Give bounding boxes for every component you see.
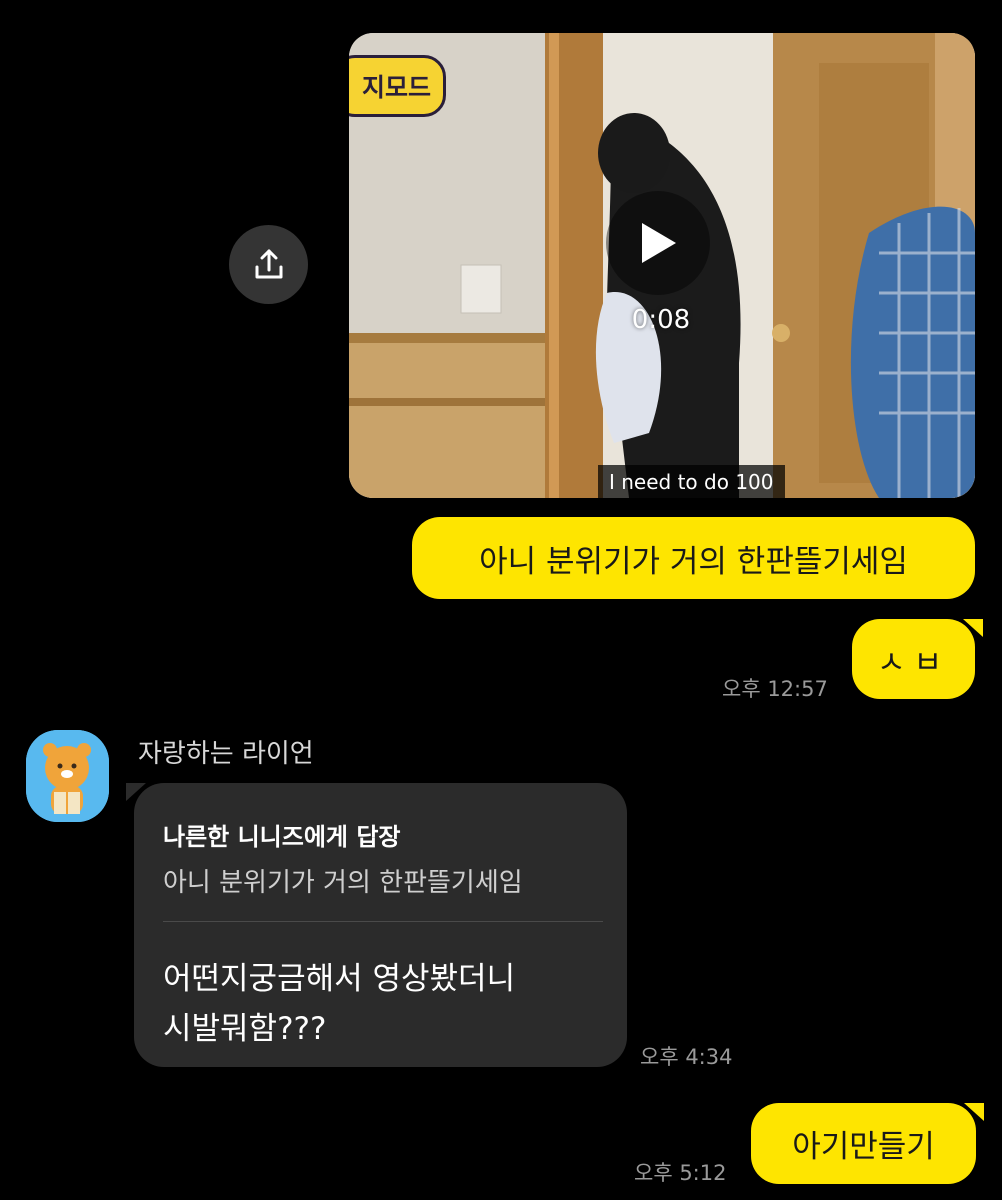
- reply-divider: [163, 921, 603, 922]
- reply-title: 나른한 니니즈에게 답장: [163, 823, 401, 851]
- message-timestamp: 오후 12:57: [722, 677, 828, 701]
- incoming-reply-bubble[interactable]: 나른한 니니즈에게 답장 아니 분위기가 거의 한판뜰기세임 어떤지궁금해서 영…: [126, 783, 627, 1067]
- message-text: 아기만들기: [792, 1129, 935, 1165]
- message-text: 아니 분위기가 거의 한판뜰기세임: [479, 543, 908, 580]
- message-text: ㅅㅂ: [876, 644, 951, 681]
- play-button[interactable]: [606, 191, 710, 295]
- play-icon: [642, 223, 676, 263]
- message-text-line: 시발뭐함???: [163, 1011, 327, 1047]
- outgoing-message-bubble[interactable]: ㅅㅂ: [852, 619, 983, 699]
- reply-quote[interactable]: 아니 분위기가 거의 한판뜰기세임: [163, 862, 523, 899]
- bubble-tail: [126, 783, 146, 801]
- video-caption: I need to do 100: [598, 465, 785, 498]
- message-text-line: 어떤지궁금해서 영상봤더니: [163, 961, 516, 997]
- ryan-character-avatar: [26, 730, 109, 822]
- share-icon: [255, 249, 282, 278]
- share-button[interactable]: [229, 225, 308, 304]
- profile-avatar[interactable]: [26, 730, 109, 822]
- bubble-tail: [963, 619, 983, 637]
- outgoing-message-bubble[interactable]: 아기만들기: [751, 1103, 984, 1184]
- video-message[interactable]: 지모드 0:08 I need to do 100: [349, 33, 975, 498]
- video-duration: 0:08: [631, 305, 691, 335]
- video-badge: 지모드: [349, 55, 447, 117]
- message-timestamp: 오후 4:34: [640, 1045, 733, 1069]
- bubble-tail: [964, 1103, 984, 1121]
- outgoing-message-bubble[interactable]: 아니 분위기가 거의 한판뜰기세임: [412, 517, 975, 599]
- sender-name: 자랑하는 라이언: [138, 739, 314, 769]
- message-timestamp: 오후 5:12: [634, 1161, 727, 1185]
